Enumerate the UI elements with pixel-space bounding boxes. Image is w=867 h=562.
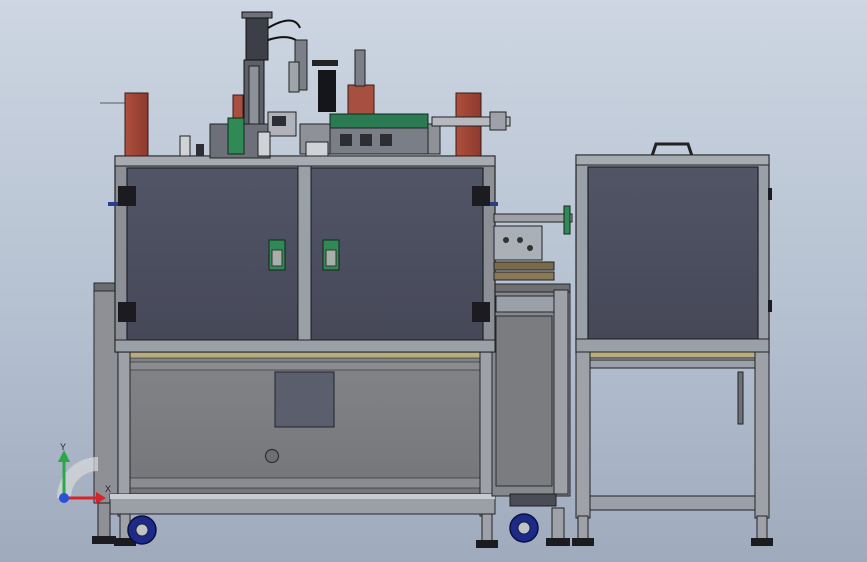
top-mechanism bbox=[100, 11, 511, 159]
middle-conveyor-cabinet bbox=[491, 283, 571, 507]
cad-viewport[interactable]: Y X bbox=[0, 0, 867, 562]
z-axis-dot bbox=[59, 493, 69, 503]
machine-assembly-drawing bbox=[57, 11, 773, 548]
y-axis-label: Y bbox=[60, 442, 67, 452]
x-axis-label: X bbox=[105, 484, 112, 494]
right-cabinet bbox=[575, 142, 772, 519]
transfer-unit bbox=[493, 205, 573, 281]
upper-cabinet bbox=[108, 155, 498, 353]
